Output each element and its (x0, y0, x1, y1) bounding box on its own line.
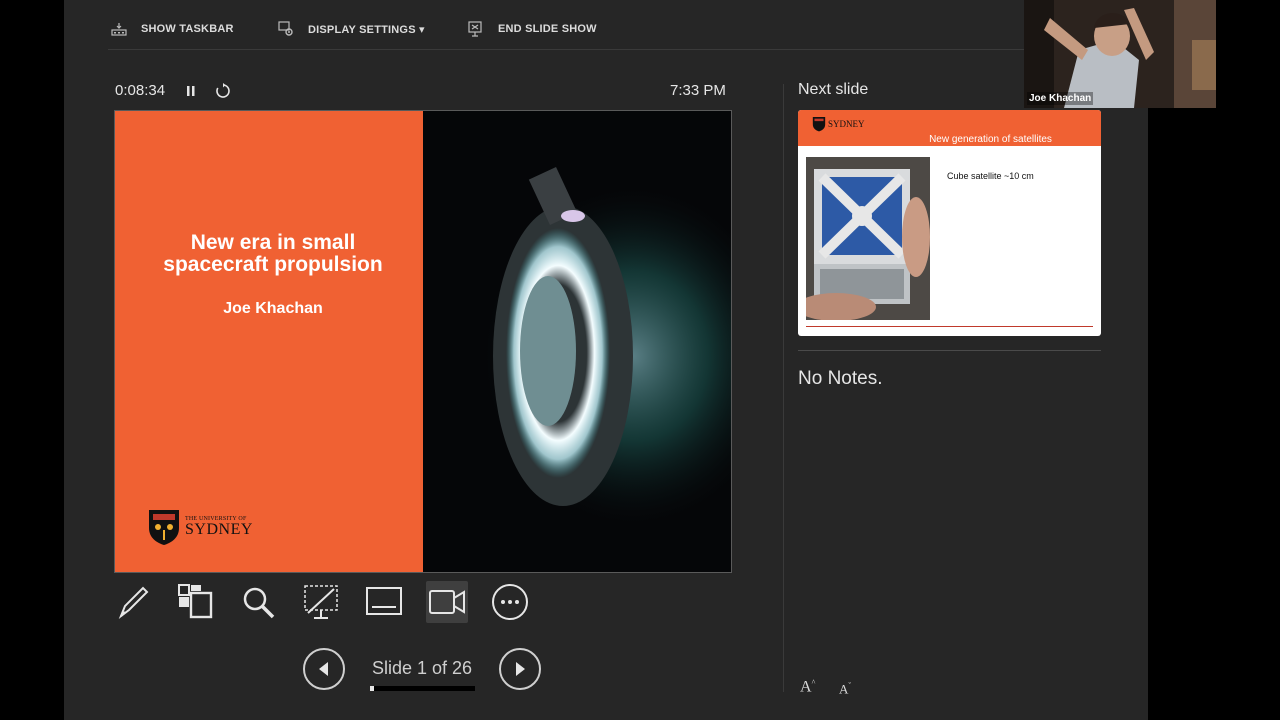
next-slide-logo: SYDNEY (812, 116, 865, 132)
logo-wordmark: THE UNIVERSITY OF SYDNEY (185, 516, 253, 538)
pause-timer-icon[interactable] (185, 84, 197, 98)
current-slide: New era in small spacecraft propulsion J… (114, 110, 732, 573)
display-settings-button[interactable]: DISPLAY SETTINGS ▾ (278, 19, 425, 39)
presenter-view: SHOW TASKBAR DISPLAY SETTINGS ▾ END SLID… (64, 0, 1148, 720)
restart-timer-icon[interactable] (215, 83, 231, 99)
previous-slide-button[interactable] (303, 648, 345, 690)
slide-title-line-1: New era in small (190, 231, 356, 254)
slide-progress-bar (370, 686, 475, 691)
next-slide-logo-text: SYDNEY (828, 119, 865, 129)
decrease-font-button[interactable]: Aˇ (839, 681, 851, 697)
end-show-icon (468, 21, 482, 37)
taskbar-icon (111, 23, 127, 36)
slide-title-panel: New era in small spacecraft propulsion J… (115, 111, 423, 572)
elapsed-timer: 0:08:34 (115, 82, 166, 99)
thruster-photo (423, 111, 731, 572)
pen-icon (118, 586, 149, 619)
top-toolbar: SHOW TASKBAR DISPLAY SETTINGS ▾ END SLID… (64, 0, 1148, 50)
previous-arrow-icon (319, 662, 328, 676)
zoom-icon (243, 587, 275, 619)
next-slide-preview[interactable]: SYDNEY New generation of satellites Cube… (798, 110, 1101, 336)
black-screen-icon (304, 585, 338, 619)
plasma-thruster-image (423, 111, 731, 572)
subtitles-button[interactable] (363, 581, 405, 623)
toolbar-divider (108, 49, 1074, 50)
logo-big-text: SYDNEY (185, 521, 253, 538)
zoom-button[interactable] (237, 581, 279, 623)
all-slides-icon (178, 584, 213, 619)
end-slide-show-label: END SLIDE SHOW (498, 23, 597, 35)
black-screen-button[interactable] (300, 581, 342, 623)
next-slide-label: Next slide (798, 81, 869, 98)
display-settings-label: DISPLAY SETTINGS ▾ (308, 23, 425, 36)
show-taskbar-label: SHOW TASKBAR (141, 23, 234, 35)
next-slide-title: New generation of satellites (929, 134, 1052, 145)
slide-progress-fill (370, 686, 375, 691)
crest-icon (149, 510, 179, 545)
next-slide-button[interactable] (499, 648, 541, 690)
webcam-overlay: Joe Khachan (1024, 0, 1216, 108)
speaker-notes: No Notes. (798, 368, 883, 389)
cubesat-photo (806, 157, 930, 320)
pane-divider[interactable] (783, 84, 784, 692)
slide-title-line-2: spacecraft propulsion (163, 253, 383, 276)
notes-divider (798, 350, 1101, 351)
current-time: 7:33 PM (670, 82, 726, 99)
slide-author: Joe Khachan (223, 300, 323, 317)
more-options-button[interactable] (489, 581, 531, 623)
cubesat-image (806, 157, 930, 320)
camera-icon (429, 590, 465, 614)
slide-title: New era in small spacecraft propulsion (115, 232, 431, 276)
webcam-participant-name: Joe Khachan (1027, 92, 1094, 105)
increase-font-button[interactable]: A^ (800, 678, 815, 696)
decrease-font-label: A (839, 681, 849, 697)
university-logo: THE UNIVERSITY OF SYDNEY (147, 508, 253, 546)
camera-toggle-button[interactable] (426, 581, 468, 623)
decrease-font-caret: ˇ (848, 681, 852, 690)
increase-font-caret: ^ (811, 678, 816, 687)
see-all-slides-button[interactable] (174, 581, 216, 623)
display-settings-icon (278, 21, 293, 36)
show-taskbar-button[interactable]: SHOW TASKBAR (111, 19, 234, 39)
more-options-icon (492, 584, 528, 620)
pen-tool-button[interactable] (112, 581, 154, 623)
next-slide-body: Cube satellite ~10 cm (947, 171, 1034, 181)
increase-font-label: A (800, 678, 812, 696)
crest-icon (812, 117, 826, 132)
next-slide-footer-line (806, 326, 1093, 327)
slide-counter: Slide 1 of 26 (371, 658, 473, 678)
next-arrow-icon (516, 662, 525, 676)
end-slide-show-button[interactable]: END SLIDE SHOW (468, 19, 597, 39)
subtitles-icon (366, 587, 402, 615)
